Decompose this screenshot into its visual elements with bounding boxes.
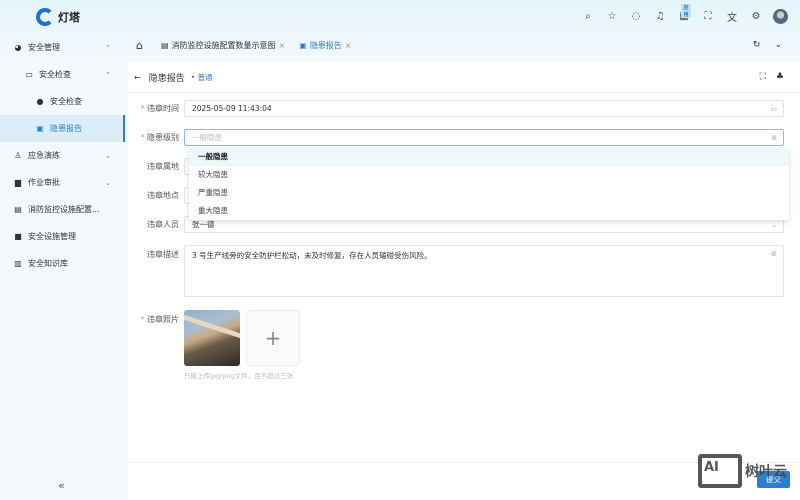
check-circle-icon: ● [36,97,44,106]
back-icon[interactable]: ← [134,73,141,82]
app-name: 灯塔 [58,11,80,24]
tab-hazard-report[interactable]: ▣ 隐患报告 × [299,40,351,51]
star-icon[interactable]: ☆ [605,11,619,22]
person-value: 张一德 [192,220,215,229]
org-chart-icon[interactable]: ♣ [776,72,784,82]
top-bar: 灯塔 ⌕ ☆ ◌ ♫ ▦应用 ⛶ 文 ⚙ [0,0,800,34]
sidebar-item-label: 消防监控设施配置... [28,205,100,214]
sidebar-item[interactable]: ▣ 隐患报告 [0,115,125,142]
tab-bar: ⌂ ▤ 消防监控设施配置数量示意图 × ▣ 隐患报告 × ↻ ⌄ [130,34,800,56]
sidebar-item-label: 应急演练 [28,151,60,160]
sidebar-item[interactable]: ▭ 安全检查 ⌃ [0,61,125,88]
tab-fire-monitor[interactable]: ▤ 消防监控设施配置数量示意图 × [161,40,285,51]
chart-icon: ▤ [160,40,169,50]
sidebar-item[interactable]: ▥ 安全知识库 [0,250,125,277]
upload-hint: 只能上传jpg/png文件，且不超过三张 [184,372,294,380]
add-photo-button[interactable]: + [246,310,300,366]
clear-icon[interactable]: ⊗ [771,249,777,258]
chevron-icon: ⌃ [105,70,111,79]
sidebar-item-label: 隐患报告 [50,124,82,133]
message-icon[interactable]: ◌ [629,11,643,22]
square-icon: ■ [14,232,22,241]
time-field[interactable]: 2025-05-09 11:43:04 ▭ [184,100,784,117]
dropdown-option[interactable]: 一般隐患 [189,148,789,166]
search-icon[interactable]: ⌕ [581,11,595,22]
sidebar: ◕ 安全管理 ⌃ ▭ 安全检查 ⌃ ● 安全检查 ▣ 隐患报告 ♙ 应急演练 ⌄ ▆ 作业审批 ⌄ ▤ 消防监控设… [0,34,125,500]
main-panel: ← 隐患报告 • 普通 ⛶♣ 违章时间2025-05-09 11:43:04▭ … [128,62,800,500]
avatar[interactable] [773,9,788,24]
uploaded-photo[interactable] [184,310,240,366]
book-icon: ▥ [14,259,22,268]
refresh-icon[interactable]: ↻ [753,40,761,50]
fullscreen-icon[interactable]: ⛶ [760,72,766,82]
sidebar-item-label: 安全管理 [28,43,60,52]
home-icon[interactable]: ⌂ [136,39,143,52]
calendar-icon: ▭ [770,104,777,113]
sidebar-item-label: 安全检查 [50,97,82,106]
dropdown-option[interactable]: 重大隐患 [189,202,789,220]
sidebar-item[interactable]: ■ 安全设施管理 [0,223,125,250]
time-label: 违章时间 [128,103,184,114]
chevron-icon: ⌄ [105,178,111,187]
dropdown-option[interactable]: 严重隐患 [189,184,789,202]
sidebar-item-label: 安全知识库 [28,259,68,268]
close-icon[interactable]: × [345,41,352,50]
close-icon[interactable]: × [279,41,286,50]
settings-icon[interactable]: ⚙ [749,11,763,22]
sidebar-item-label: 作业审批 [28,178,60,187]
logo-icon [36,8,54,26]
fullscreen-icon[interactable]: ⛶ [701,11,715,22]
dropdown-option[interactable]: 较大隐患 [189,166,789,184]
globe-icon: ◕ [14,43,22,52]
chevron-down-icon: ⌄ [771,220,777,229]
time-value: 2025-05-09 11:43:04 [192,104,272,113]
person-label: 违章人员 [147,220,179,229]
logo[interactable]: 灯塔 [36,8,80,26]
desc-textarea[interactable]: 3 号生产线旁的安全防护栏松动，未及时修复，存在人员磕碰受伤风险。 ⊗ [184,245,784,297]
sidebar-item-label: 安全检查 [39,70,71,79]
translate-icon[interactable]: 文 [725,9,739,24]
apps-icon[interactable]: ▦应用 [677,4,691,22]
calendar-icon: ▭ [25,70,33,79]
desc-label: 违章描述 [147,250,179,259]
place-label: 违章地点 [147,191,179,200]
chevron-down-icon[interactable]: ⌄ [774,40,782,50]
document-icon: ▣ [299,40,307,50]
level-dropdown: 一般隐患 较大隐患 严重隐患 重大隐患 [189,148,789,220]
tab-label: 隐患报告 [309,40,342,50]
document-icon: ▣ [36,124,44,133]
level-placeholder: 一般隐患 [192,133,222,142]
page-title: 隐患报告 [148,73,185,84]
chevron-icon: ⌄ [105,151,111,160]
collapse-sidebar-button[interactable]: « [58,479,65,492]
tab-label: 消防监控设施配置数量示意图 [171,40,276,50]
chevron-icon: ⌃ [105,43,111,52]
clear-icon[interactable]: ⊗ [771,134,777,142]
status-badge: • 普通 [190,72,213,82]
level-label: 隐患级别 [128,132,184,143]
sidebar-item[interactable]: ▤ 消防监控设施配置... [0,196,125,223]
chart-icon: ▤ [14,205,22,214]
user-icon: ♙ [14,151,22,160]
bell-icon[interactable]: ♫ [653,11,667,22]
desc-value: 3 号生产线旁的安全防护栏松动，未及时修复，存在人员磕碰受伤风险。 [192,251,432,260]
photo-label: 违章照片 [128,310,184,325]
sidebar-item[interactable]: ◕ 安全管理 ⌃ [0,34,125,61]
area-label: 违章属地 [147,162,179,171]
watermark-logo: AI 树叶云 [698,454,787,488]
sidebar-item[interactable]: ● 安全检查 [0,88,125,115]
approval-icon: ▆ [14,178,22,187]
apps-badge: 应用 [681,4,691,18]
sidebar-item[interactable]: ♙ 应急演练 ⌄ [0,142,125,169]
level-select[interactable]: 一般隐患 ⊗ [184,129,784,146]
sidebar-item-label: 安全设施管理 [28,232,76,241]
sidebar-item[interactable]: ▆ 作业审批 ⌄ [0,169,125,196]
